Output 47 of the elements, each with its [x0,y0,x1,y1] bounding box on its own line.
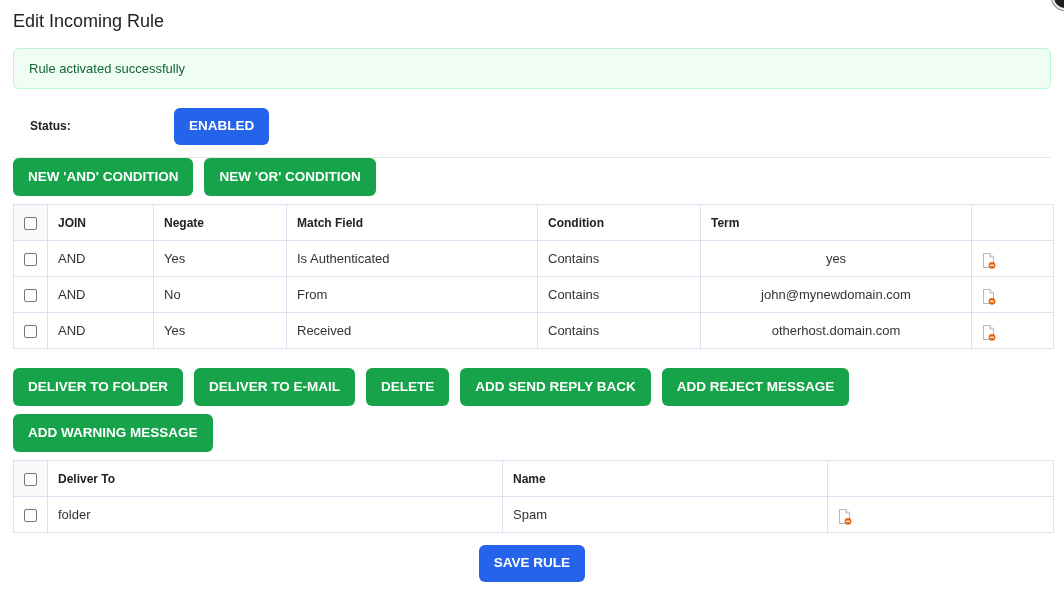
column-header: Deliver To [47,460,503,497]
table-cell: Yes [153,240,287,277]
table-cell: folder [47,496,503,533]
column-header: Condition [537,204,701,241]
table-cell: Contains [537,312,701,349]
action-button[interactable]: NEW 'OR' CONDITION [204,158,376,196]
delete-document-icon[interactable] [838,508,852,525]
table-cell: From [286,276,538,313]
action-button[interactable]: ADD WARNING MESSAGE [13,414,213,452]
checkbox[interactable] [24,472,37,486]
action-button[interactable]: ADD SEND REPLY BACK [460,368,651,406]
action-button[interactable]: NEW 'AND' CONDITION [13,158,194,196]
table-cell: AND [47,312,154,349]
table-cell: yes [700,240,972,277]
table-cell: Received [286,312,538,349]
table-cell: Spam [502,496,828,533]
checkbox[interactable] [24,252,37,266]
action-button[interactable]: DELIVER TO E-MAIL [194,368,356,406]
table-cell: Contains [537,276,701,313]
column-header: Negate [153,204,287,241]
dialog-title: Edit Incoming Rule [13,10,165,32]
action-button[interactable]: ADD REJECT MESSAGE [661,368,850,406]
delete-document-icon[interactable] [982,252,996,269]
table-cell: AND [47,240,154,277]
status-label: Status: [30,118,72,135]
table-cell: Contains [537,240,701,277]
table-cell: john@mynewdomain.com [700,276,972,313]
checkbox[interactable] [24,508,37,522]
column-header: JOIN [47,204,154,241]
column-header: Name [502,460,828,497]
action-button[interactable]: DELIVER TO FOLDER [13,368,183,406]
checkbox[interactable] [24,324,37,338]
checkbox[interactable] [24,216,37,230]
success-alert: Rule activated successfully [13,48,1051,89]
action-button[interactable]: DELETE [366,368,450,406]
status-toggle-button[interactable]: ENABLED [174,107,270,145]
table-cell: Yes [153,312,287,349]
delete-document-icon[interactable] [982,288,996,305]
table-cell: No [153,276,287,313]
table-cell: Is Authenticated [286,240,538,277]
save-button[interactable]: SAVE RULE [478,545,586,582]
checkbox[interactable] [24,288,37,302]
column-header: Match Field [286,204,538,241]
table-cell: otherhost.domain.com [700,312,972,349]
delete-document-icon[interactable] [982,324,996,341]
column-header: Term [700,204,972,241]
table-cell: AND [47,276,154,313]
